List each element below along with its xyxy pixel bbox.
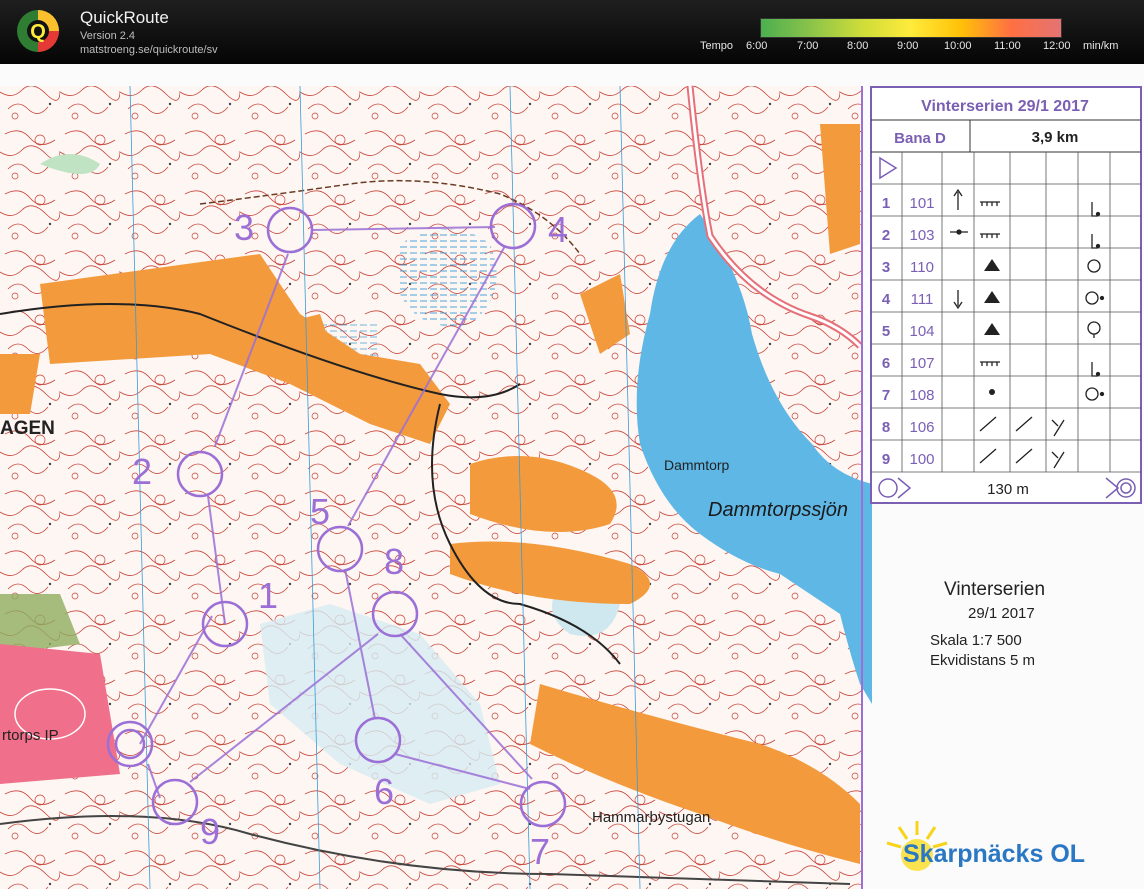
card-row-number: 8	[882, 419, 890, 436]
card-row-code: 103	[909, 227, 934, 244]
map-canvas[interactable]: 1 2 3 4 5 6 7 8 9 AGEN Dammtorp Dammtorp…	[0, 64, 1144, 889]
card-row-code: 104	[909, 323, 934, 340]
card-row-code: 106	[909, 419, 934, 436]
control-description-card: Vinterserien 29/1 2017 Bana D 3,9 km 1 1…	[870, 86, 1142, 504]
control-number: 3	[234, 207, 254, 248]
quickroute-logo-icon: Q	[17, 10, 59, 52]
card-row-number: 6	[882, 355, 890, 372]
info-date: 29/1 2017	[968, 605, 1035, 622]
info-scale: Skala 1:7 500	[930, 632, 1022, 649]
card-row-code: 107	[909, 355, 934, 372]
app-url[interactable]: matstroeng.se/quickroute/sv	[80, 44, 218, 56]
control-number: 8	[384, 541, 404, 582]
tempo-tick: 8:00	[847, 40, 869, 52]
app-title: QuickRoute	[80, 8, 169, 27]
card-course-length: 3,9 km	[1032, 129, 1079, 146]
card-row-number: 2	[882, 227, 890, 244]
tempo-color-scale	[760, 18, 1062, 38]
card-row-code: 100	[909, 451, 934, 468]
app-header: Q QuickRoute Version 2.4 matstroeng.se/q…	[0, 0, 1144, 64]
tempo-tick: 9:00	[897, 40, 919, 52]
map-label-lake: Dammtorpssjön	[708, 499, 848, 521]
card-row-number: 1	[882, 195, 890, 212]
card-row-code: 111	[911, 291, 934, 308]
card-row-code: 108	[909, 387, 934, 404]
control-number: 6	[374, 771, 394, 812]
card-row-number: 7	[882, 387, 890, 404]
card-row-number: 4	[882, 291, 891, 308]
map-label-hammarbystugan: Hammarbystugan	[592, 809, 710, 826]
card-finish-distance: 130 m	[987, 481, 1029, 498]
card-course-name: Bana D	[894, 130, 946, 147]
tempo-unit: min/km	[1083, 40, 1119, 52]
tempo-tick: 6:00	[746, 40, 768, 52]
control-number: 9	[200, 811, 220, 852]
control-number: 4	[548, 209, 568, 250]
card-event-title: Vinterserien 29/1 2017	[921, 98, 1089, 115]
map-label-dammtorp: Dammtorp	[664, 457, 730, 473]
control-number: 1	[258, 575, 278, 616]
app-version: Version 2.4	[80, 30, 136, 42]
info-title: Vinterserien	[944, 579, 1046, 600]
card-row-code: 110	[910, 259, 934, 276]
tempo-tick: 12:00	[1043, 40, 1071, 52]
card-row-number: 5	[882, 323, 890, 340]
club-logo: Skarpnäcks OL	[886, 821, 1085, 871]
control-number: 2	[132, 451, 152, 492]
svg-text:Q: Q	[30, 21, 46, 43]
info-contour: Ekvidistans 5 m	[930, 652, 1036, 669]
tempo-tick: 7:00	[797, 40, 819, 52]
map-label-area: AGEN	[0, 418, 55, 439]
card-row-number: 9	[882, 451, 890, 468]
tempo-tick: 10:00	[944, 40, 972, 52]
tempo-tick: 11:00	[994, 40, 1021, 52]
control-number: 7	[530, 831, 550, 872]
club-name: Skarpnäcks OL	[903, 840, 1085, 868]
card-row-code: 101	[909, 195, 934, 212]
map-label-sports-ground: rtorps IP	[2, 727, 59, 744]
tempo-label: Tempo	[700, 40, 734, 52]
card-row-number: 3	[882, 259, 890, 276]
control-number: 5	[310, 491, 330, 532]
